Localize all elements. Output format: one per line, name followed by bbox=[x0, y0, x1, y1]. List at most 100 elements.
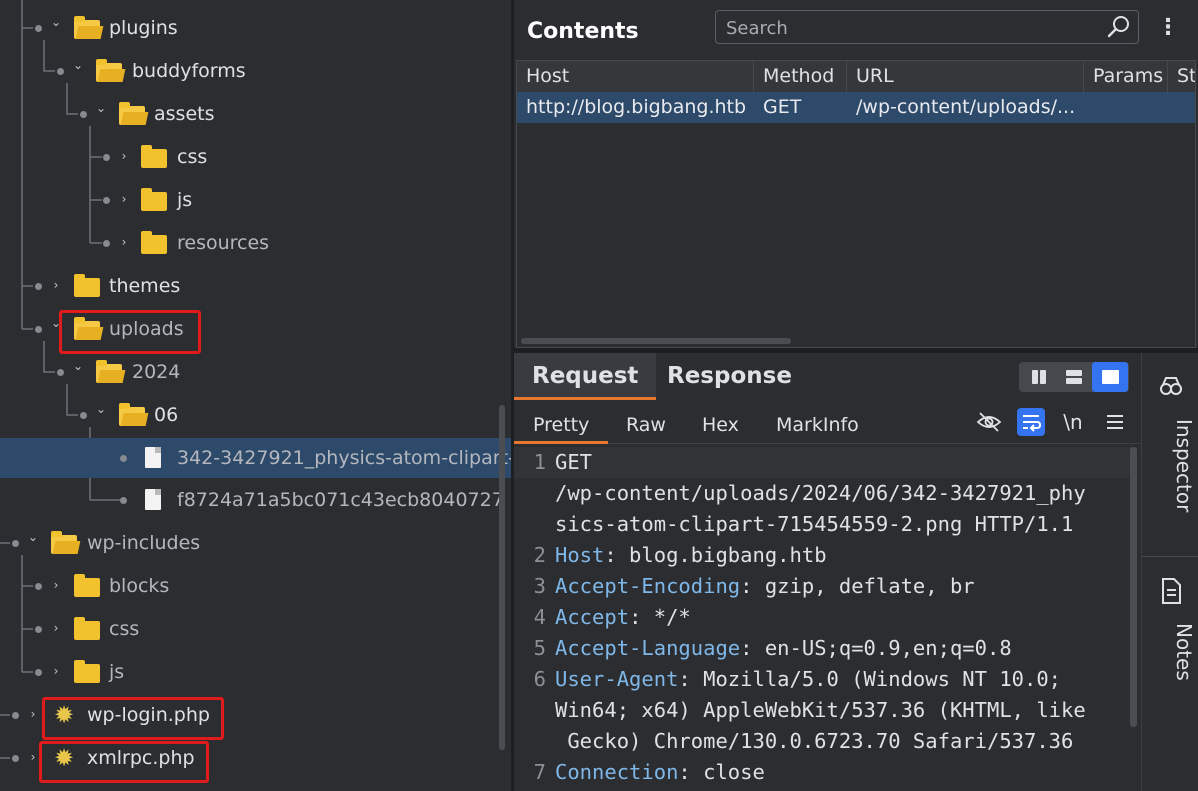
chevron-right-icon[interactable]: › bbox=[118, 191, 130, 207]
notes-label: Notes bbox=[1172, 623, 1196, 681]
search-box[interactable] bbox=[715, 10, 1139, 44]
tree-item-buddyforms[interactable]: ⌄ buddyforms bbox=[0, 51, 511, 91]
header-name: Accept-Encoding bbox=[555, 574, 741, 598]
tree-node-dot bbox=[103, 197, 110, 204]
highlight-box-wp-login bbox=[42, 697, 224, 740]
single-view-icon[interactable] bbox=[1092, 362, 1128, 392]
chevron-right-icon[interactable]: › bbox=[27, 749, 39, 765]
show-newlines-toggle[interactable]: \n bbox=[1059, 408, 1087, 436]
tree-item-plugins[interactable]: ⌄ plugins bbox=[0, 8, 511, 48]
subtab-pretty[interactable]: Pretty bbox=[514, 407, 609, 444]
tree-node-dot bbox=[35, 25, 42, 32]
tree-item-css[interactable]: › css bbox=[0, 137, 511, 177]
tree-item-label: css bbox=[109, 618, 140, 640]
line-number: 6 bbox=[533, 667, 546, 691]
header-value: : Mozilla/5.0 (Windows NT 10.0; bbox=[678, 667, 1062, 691]
tree-item-png-file[interactable]: 342-3427921_physics-atom-clipart-7154545… bbox=[0, 438, 511, 478]
folder-icon bbox=[141, 231, 167, 254]
cell-url: /wp-content/uploads/... bbox=[856, 96, 1076, 118]
header-value: Win64; x64) AppleWebKit/537.36 (KHTML, l… bbox=[555, 698, 1086, 722]
header-name: Host bbox=[555, 543, 605, 567]
column-header-method[interactable]: Method bbox=[754, 61, 847, 92]
header-name: Connection bbox=[555, 760, 679, 784]
chevron-down-icon[interactable]: ⌄ bbox=[72, 57, 84, 73]
header-value: sics-atom-clipart-715454559-2.png HTTP/1… bbox=[555, 512, 1074, 536]
chevron-right-icon[interactable]: › bbox=[27, 706, 39, 722]
folder-icon bbox=[141, 145, 167, 168]
tree-item-hash-file[interactable]: f8724a71a5bc071c43ecb8040727 bbox=[0, 480, 511, 520]
tab-request[interactable]: Request bbox=[514, 353, 657, 400]
tree-node-dot bbox=[57, 68, 64, 75]
code-text: sics-atom-clipart-715454559-2.png HTTP/1… bbox=[555, 509, 1073, 540]
inspector-tab[interactable]: Inspector bbox=[1142, 363, 1198, 543]
chevron-right-icon[interactable]: › bbox=[50, 277, 62, 293]
chevron-right-icon[interactable]: › bbox=[50, 620, 62, 636]
request-editor[interactable]: 1 GET/wp-content/uploads/2024/06/342-3427… bbox=[514, 447, 1141, 791]
tree-node-dot bbox=[120, 497, 127, 504]
chevron-right-icon[interactable]: › bbox=[50, 577, 62, 593]
folder-icon bbox=[96, 59, 122, 82]
header-value: : blog.bigbang.htb bbox=[604, 543, 827, 567]
word-wrap-icon[interactable] bbox=[1017, 408, 1045, 436]
tree-item-label: wp-includes bbox=[87, 532, 201, 554]
tab-response[interactable]: Response bbox=[649, 353, 810, 400]
search-input[interactable] bbox=[724, 16, 1098, 40]
table-horizontal-scrollbar[interactable] bbox=[521, 338, 791, 344]
split-horizontal-icon[interactable] bbox=[1056, 362, 1092, 392]
tree-item-js[interactable]: › js bbox=[0, 652, 511, 692]
highlight-box-xmlrpc bbox=[39, 741, 209, 783]
tree-node-dot bbox=[80, 111, 87, 118]
tree-node-dot bbox=[12, 712, 19, 719]
subtab-hex[interactable]: Hex bbox=[683, 407, 758, 443]
tree-item-label: f8724a71a5bc071c43ecb8040727 bbox=[177, 489, 504, 511]
search-icon[interactable] bbox=[1106, 14, 1132, 40]
tree-item-label: buddyforms bbox=[132, 60, 246, 82]
chevron-down-icon[interactable]: ⌄ bbox=[95, 401, 107, 417]
more-options-icon[interactable]: ⋮ bbox=[1157, 14, 1179, 42]
header-value: : */* bbox=[629, 605, 691, 629]
tree-item-assets[interactable]: ⌄ assets bbox=[0, 94, 511, 134]
column-header-params[interactable]: Params bbox=[1084, 61, 1168, 92]
subtab-bar: Pretty Raw Hex MarkInfo bbox=[514, 407, 1141, 444]
chevron-down-icon[interactable]: ⌄ bbox=[50, 14, 62, 30]
header-value: Gecko) Chrome/130.0.6723.70 Safari/537.3… bbox=[555, 729, 1074, 753]
chevron-right-icon[interactable]: › bbox=[118, 234, 130, 250]
subtab-raw[interactable]: Raw bbox=[607, 407, 685, 443]
column-header-url[interactable]: URL bbox=[847, 61, 1084, 92]
tree-item-themes[interactable]: › themes bbox=[0, 266, 511, 306]
tree-item-js[interactable]: › js bbox=[0, 180, 511, 220]
hide-eye-icon[interactable] bbox=[975, 408, 1003, 436]
folder-icon bbox=[96, 360, 122, 383]
tree-item-resources[interactable]: › resources bbox=[0, 223, 511, 263]
tree-node-dot bbox=[35, 626, 42, 633]
folder-icon bbox=[51, 531, 77, 554]
chevron-down-icon[interactable]: ⌄ bbox=[72, 358, 84, 374]
tree-item-blocks[interactable]: › blocks bbox=[0, 566, 511, 606]
tree-item-06[interactable]: ⌄ 06 bbox=[0, 395, 511, 435]
editor-scrollbar[interactable] bbox=[1130, 447, 1137, 727]
split-vertical-icon[interactable] bbox=[1021, 362, 1057, 392]
tree-item-css[interactable]: › css bbox=[0, 609, 511, 649]
chevron-right-icon[interactable]: › bbox=[50, 663, 62, 679]
table-row[interactable]: http://blog.bigbang.htb GET /wp-content/… bbox=[517, 92, 1195, 123]
contents-table: Host Method URL Params St http://blog.bi… bbox=[516, 60, 1196, 348]
folder-icon bbox=[74, 617, 100, 640]
folder-icon bbox=[74, 274, 100, 297]
layout-toggle-group bbox=[1019, 362, 1129, 392]
chevron-down-icon[interactable]: ⌄ bbox=[95, 100, 107, 116]
column-header-host[interactable]: Host bbox=[517, 61, 754, 92]
column-header-status[interactable]: St bbox=[1168, 61, 1195, 92]
tree-scrollbar[interactable] bbox=[499, 405, 505, 750]
tree-item-wp-includes[interactable]: ⌄ wp-includes bbox=[0, 523, 511, 563]
notes-tab[interactable]: Notes bbox=[1142, 567, 1198, 697]
chevron-down-icon[interactable]: ⌄ bbox=[27, 529, 39, 545]
menu-icon[interactable] bbox=[1101, 408, 1129, 436]
tree-node-dot bbox=[12, 755, 19, 762]
subtab-markinfo[interactable]: MarkInfo bbox=[757, 407, 878, 443]
folder-icon bbox=[119, 102, 145, 125]
highlight-box-uploads bbox=[59, 310, 201, 354]
tree-item-label: js bbox=[109, 661, 125, 683]
tree-node-dot bbox=[35, 326, 42, 333]
tree-item-2024[interactable]: ⌄ 2024 bbox=[0, 352, 511, 392]
chevron-right-icon[interactable]: › bbox=[118, 148, 130, 164]
